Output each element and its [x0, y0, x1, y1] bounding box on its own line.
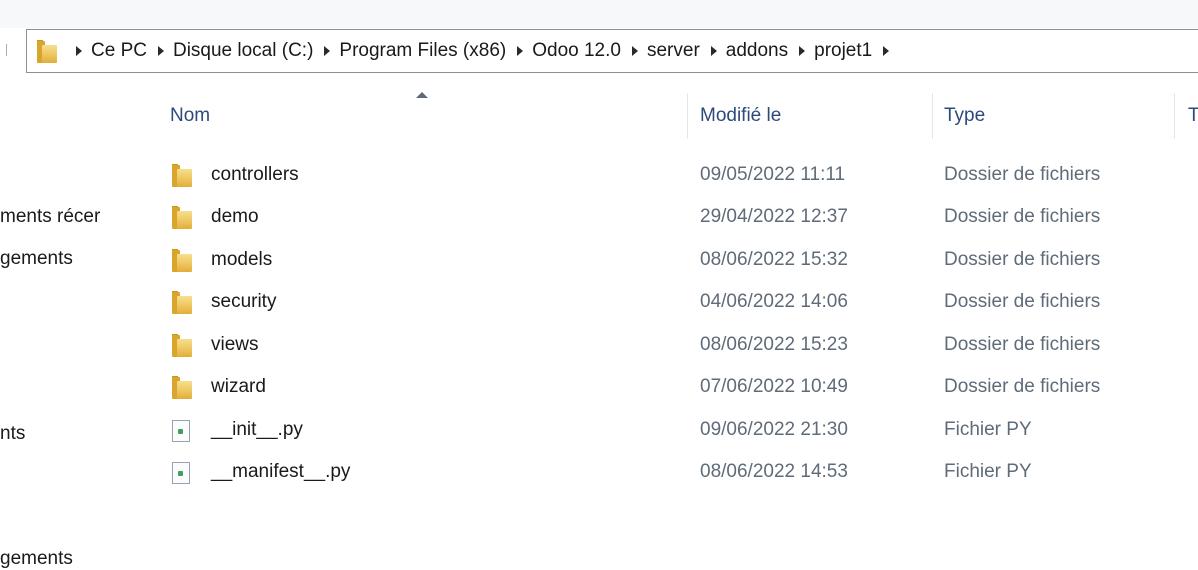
file-modified: 07/06/2022 10:49 [700, 376, 848, 397]
folder-icon [172, 376, 192, 399]
address-bar[interactable]: Ce PC Disque local (C:) Program Files (x… [26, 29, 1198, 73]
nav-pane-edge [6, 44, 10, 56]
column-header-row: Nom Modifié le Type T [140, 92, 1198, 139]
file-name: security [211, 291, 277, 312]
nav-item-documents[interactable]: nts [0, 423, 134, 445]
file-modified: 08/06/2022 15:23 [700, 334, 848, 355]
breadcrumb-addons[interactable]: addons [726, 40, 788, 62]
file-row[interactable]: wizard 07/06/2022 10:49 Dossier de fichi… [140, 367, 1198, 409]
file-row[interactable]: demo 29/04/2022 12:37 Dossier de fichier… [140, 197, 1198, 239]
chevron-right-icon[interactable] [710, 46, 717, 56]
file-type: Dossier de fichiers [944, 206, 1101, 227]
column-header-name[interactable]: Nom [140, 92, 688, 139]
nav-item-recent[interactable]: ments récer [0, 206, 134, 228]
column-header-modified[interactable]: Modifié le [688, 93, 933, 139]
file-modified: 08/06/2022 15:32 [700, 249, 848, 270]
file-name: wizard [211, 376, 266, 397]
file-modified: 29/04/2022 12:37 [700, 206, 848, 227]
folder-icon [172, 291, 192, 314]
folder-icon [172, 206, 192, 229]
chevron-right-icon[interactable] [157, 46, 164, 56]
file-type: Dossier de fichiers [944, 376, 1101, 397]
file-row[interactable]: __init__.py 09/06/2022 21:30 Fichier PY [140, 410, 1198, 452]
file-type: Dossier de fichiers [944, 164, 1101, 185]
folder-icon [172, 249, 192, 272]
file-row[interactable]: views 08/06/2022 15:23 Dossier de fichie… [140, 325, 1198, 367]
file-modified: 08/06/2022 14:53 [700, 461, 848, 482]
folder-icon [37, 40, 59, 63]
navigation-pane: ments récer gements nts gements [0, 90, 140, 570]
file-name: demo [211, 206, 259, 227]
file-name: __init__.py [211, 419, 303, 440]
file-name: __manifest__.py [211, 461, 351, 482]
breadcrumb-program-files[interactable]: Program Files (x86) [339, 40, 506, 62]
chevron-right-icon[interactable] [883, 46, 890, 56]
py-file-icon [172, 420, 190, 442]
breadcrumb-projet1[interactable]: projet1 [814, 40, 872, 62]
file-type: Dossier de fichiers [944, 291, 1101, 312]
breadcrumb-odoo[interactable]: Odoo 12.0 [532, 40, 621, 62]
column-header-modified-label: Modifié le [700, 105, 782, 126]
chevron-right-icon[interactable] [799, 46, 806, 56]
folder-icon [172, 164, 192, 187]
py-file-icon [172, 462, 190, 484]
file-type: Fichier PY [944, 461, 1032, 482]
file-name: models [211, 249, 273, 270]
folder-icon [172, 334, 192, 357]
column-header-name-label: Nom [170, 105, 211, 126]
file-row[interactable]: security 04/06/2022 14:06 Dossier de fic… [140, 282, 1198, 324]
sort-ascending-icon [416, 92, 428, 98]
file-row[interactable]: controllers 09/05/2022 11:11 Dossier de … [140, 155, 1198, 197]
file-name: views [211, 334, 259, 355]
chevron-right-icon[interactable] [517, 46, 524, 56]
breadcrumb-ce-pc[interactable]: Ce PC [91, 40, 147, 62]
file-type: Fichier PY [944, 419, 1032, 440]
file-modified: 04/06/2022 14:06 [700, 291, 848, 312]
file-modified: 09/05/2022 11:11 [700, 164, 846, 185]
file-row[interactable]: models 08/06/2022 15:32 Dossier de fichi… [140, 240, 1198, 282]
column-header-type[interactable]: Type [933, 93, 1175, 139]
column-header-size[interactable]: T [1175, 93, 1198, 139]
breadcrumb-disque-local[interactable]: Disque local (C:) [173, 40, 313, 62]
file-type: Dossier de fichiers [944, 334, 1101, 355]
column-header-size-label: T [1188, 105, 1198, 126]
file-row[interactable]: __manifest__.py 08/06/2022 14:53 Fichier… [140, 452, 1198, 494]
column-header-type-label: Type [944, 105, 986, 126]
chevron-right-icon[interactable] [631, 46, 638, 56]
nav-item-downloads-2[interactable]: gements [0, 548, 134, 570]
chevron-right-icon[interactable] [76, 46, 82, 56]
file-name: controllers [211, 164, 299, 185]
chevron-right-icon[interactable] [324, 46, 331, 56]
window-top-strip [0, 0, 1198, 28]
breadcrumb-server[interactable]: server [647, 40, 700, 62]
file-type: Dossier de fichiers [944, 249, 1101, 270]
nav-item-downloads[interactable]: gements [0, 248, 134, 270]
file-modified: 09/06/2022 21:30 [700, 419, 848, 440]
